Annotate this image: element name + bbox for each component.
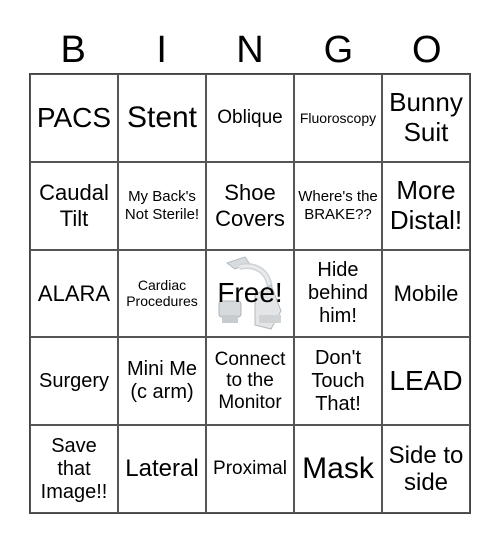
cell-text: Bunny Suit xyxy=(389,87,463,147)
cell-text: ALARA xyxy=(37,280,111,306)
bingo-cell[interactable]: More Distal! xyxy=(382,161,470,250)
bingo-cell[interactable]: Oblique xyxy=(206,74,294,162)
bingo-cell[interactable]: Don't Touch That! xyxy=(294,337,382,426)
cell-text: PACS xyxy=(36,101,112,133)
bingo-cell[interactable]: PACS xyxy=(30,74,118,162)
bingo-cell[interactable]: Connect to the Monitor xyxy=(206,337,294,426)
header-letter-n: N xyxy=(236,29,264,71)
cell-text: Stent xyxy=(126,100,198,134)
cell-text: Connect to the Monitor xyxy=(214,348,286,414)
cell-text: Mobile xyxy=(393,280,459,306)
bingo-cell[interactable]: Mobile xyxy=(382,249,470,338)
bingo-cell[interactable]: Side to side xyxy=(382,425,470,513)
bingo-cell[interactable]: Proximal xyxy=(206,425,294,513)
bingo-cell[interactable]: Hide behind him! xyxy=(294,249,382,338)
cell-text: Lateral xyxy=(125,455,199,483)
header-letter-o: O xyxy=(412,29,442,71)
bingo-cell[interactable]: Bunny Suit xyxy=(382,74,470,162)
cell-text: Side to side xyxy=(388,441,464,497)
cell-text: Shoe Covers xyxy=(215,180,285,231)
free-space-cell[interactable]: Free! xyxy=(206,249,294,338)
cell-text: Don't Touch That! xyxy=(311,346,365,415)
bingo-cell[interactable]: Save that Image!! xyxy=(30,425,118,513)
cell-text: Caudal Tilt xyxy=(39,180,109,231)
bingo-cell[interactable]: Cardiac Procedures xyxy=(118,249,206,338)
cell-text: My Back's Not Sterile! xyxy=(124,188,200,223)
cell-text: Mini Me (c arm) xyxy=(126,358,197,404)
cell-text: Cardiac Procedures xyxy=(126,277,198,310)
cell-text: Where's the BRAKE?? xyxy=(298,188,378,223)
cell-text: Fluoroscopy xyxy=(299,109,377,126)
bingo-cell[interactable]: Shoe Covers xyxy=(206,161,294,250)
bingo-cell[interactable]: Caudal Tilt xyxy=(30,161,118,250)
bingo-cell[interactable]: LEAD xyxy=(382,337,470,426)
cell-text: Surgery xyxy=(38,369,110,392)
bingo-cell[interactable]: ALARA xyxy=(30,249,118,338)
bingo-cell[interactable]: Mini Me (c arm) xyxy=(118,337,206,426)
bingo-cell[interactable]: Surgery xyxy=(30,337,118,426)
bingo-cell[interactable]: My Back's Not Sterile! xyxy=(118,161,206,250)
bingo-header: B I N G O xyxy=(29,28,471,72)
bingo-cell[interactable]: Where's the BRAKE?? xyxy=(294,161,382,250)
cell-text: More Distal! xyxy=(389,174,463,235)
bingo-cell[interactable]: Stent xyxy=(118,74,206,162)
cell-text: Save that Image!! xyxy=(40,434,108,503)
cell-text: Mask xyxy=(302,451,374,485)
bingo-cell[interactable]: Fluoroscopy xyxy=(294,74,382,162)
bingo-cell[interactable]: Mask xyxy=(294,425,382,513)
cell-text: LEAD xyxy=(389,365,463,397)
bingo-cell[interactable]: Lateral xyxy=(118,425,206,513)
cell-text: Hide behind him! xyxy=(307,258,369,327)
bingo-card: PACS Stent Oblique Fluoroscopy Bunny Sui… xyxy=(29,73,471,514)
header-letter-b: B xyxy=(60,29,86,71)
header-letter-i: I xyxy=(156,29,167,71)
header-letter-g: G xyxy=(323,29,354,71)
free-space-text: Free! xyxy=(217,277,283,309)
cell-text: Oblique xyxy=(217,106,283,128)
cell-text: Proximal xyxy=(213,458,287,480)
